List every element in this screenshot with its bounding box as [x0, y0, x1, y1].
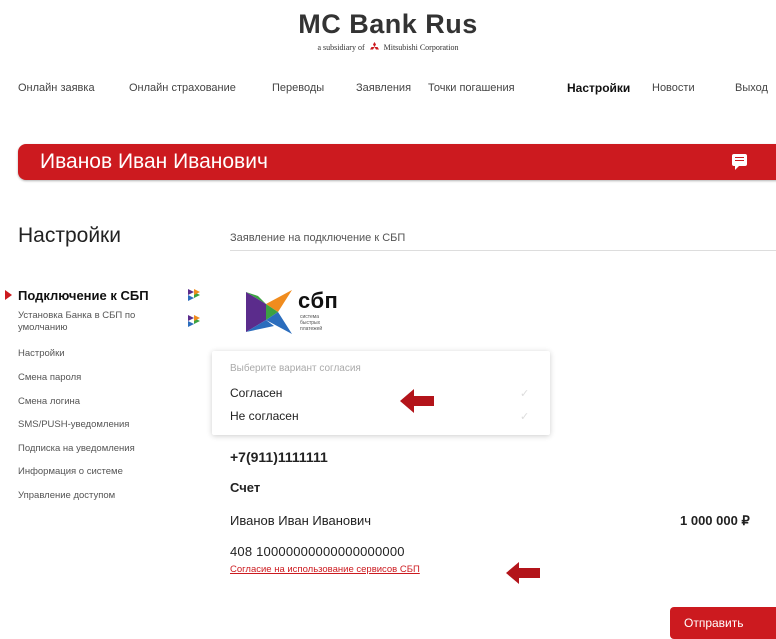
brand-subtitle-company: Mitsubishi Corporation	[383, 43, 459, 52]
sidebar-item-change-password[interactable]: Смена пароля	[18, 372, 81, 384]
sbp-logo-tagline-line1: система быстрых	[300, 314, 321, 326]
nav-settings[interactable]: Настройки	[567, 81, 630, 95]
brand-title: MC Bank Rus	[298, 9, 478, 39]
nav-news[interactable]: Новости	[652, 82, 695, 94]
page-title: Настройки	[18, 224, 121, 247]
breadcrumb: Заявление на подключение к СБП	[230, 232, 406, 244]
nav-online-insurance[interactable]: Онлайн страхование	[129, 82, 236, 94]
account-balance: 1 000 000 ₽	[680, 513, 750, 528]
nav-repayment-points[interactable]: Точки погашения	[428, 82, 515, 94]
sbp-logo-tagline-line2: платежей	[300, 326, 323, 332]
sidebar-item-subscriptions[interactable]: Подписка на уведомления	[18, 443, 135, 455]
nav-statements[interactable]: Заявления	[356, 82, 411, 94]
brand-header: MC Bank Rus a subsidiary of Mitsubishi C…	[0, 8, 776, 52]
brand-subtitle-prefix: a subsidiary of	[317, 43, 365, 52]
user-banner: Иванов Иван Иванович	[18, 144, 776, 180]
user-name: Иванов Иван Иванович	[40, 150, 268, 173]
sbp-logo-name: сбп	[298, 288, 339, 313]
submit-button[interactable]: Отправить	[670, 607, 776, 639]
account-owner: Иванов Иван Иванович	[230, 513, 372, 528]
chat-icon[interactable]	[732, 154, 747, 170]
consent-option-disagree[interactable]: Не согласен	[230, 409, 299, 423]
sbp-mini-icon	[188, 315, 200, 327]
brand-subtitle: a subsidiary of Mitsubishi Corporation	[0, 42, 776, 52]
sidebar-item-settings[interactable]: Настройки	[18, 348, 65, 360]
active-item-arrow-icon	[5, 290, 12, 300]
consent-dropdown-placeholder: Выберите вариант согласия	[230, 363, 361, 374]
sbp-logo-tagline: система быстрых платежей	[300, 314, 322, 332]
sidebar-item-sbp-connection[interactable]: Подключение к СБП	[18, 288, 149, 303]
phone-number: +7(911)1111111	[230, 449, 328, 465]
sidebar-item-notifications[interactable]: SMS/PUSH-уведомления	[18, 419, 129, 431]
check-icon: ✓	[520, 388, 530, 400]
sidebar-item-change-login[interactable]: Смена логина	[18, 396, 80, 408]
nav-logout[interactable]: Выход	[735, 82, 768, 94]
sidebar-item-system-info[interactable]: Информация о системе	[18, 466, 123, 478]
nav-transfers[interactable]: Переводы	[272, 82, 324, 94]
breadcrumb-divider	[230, 250, 776, 251]
mitsubishi-logo-icon	[369, 42, 379, 50]
red-pointer-arrow-icon	[506, 562, 540, 584]
nav-online-application[interactable]: Онлайн заявка	[18, 82, 95, 94]
sbp-mini-icon	[188, 289, 200, 301]
red-pointer-arrow-icon	[400, 389, 434, 413]
sidebar-item-default-bank[interactable]: Установка Банка в СБП по умолчанию	[18, 310, 168, 334]
sbp-consent-link[interactable]: Согласие на использование сервисов СБП	[230, 564, 420, 575]
account-label: Счет	[230, 480, 261, 495]
consent-dropdown: Выберите вариант согласия Согласен ✓ Не …	[212, 351, 550, 435]
sbp-logo-icon	[246, 290, 292, 334]
consent-option-agree[interactable]: Согласен	[230, 386, 282, 400]
sidebar-item-access-control[interactable]: Управление доступом	[18, 490, 115, 502]
account-number: 408 10000000000000000000	[230, 544, 405, 559]
check-icon: ✓	[520, 411, 530, 423]
